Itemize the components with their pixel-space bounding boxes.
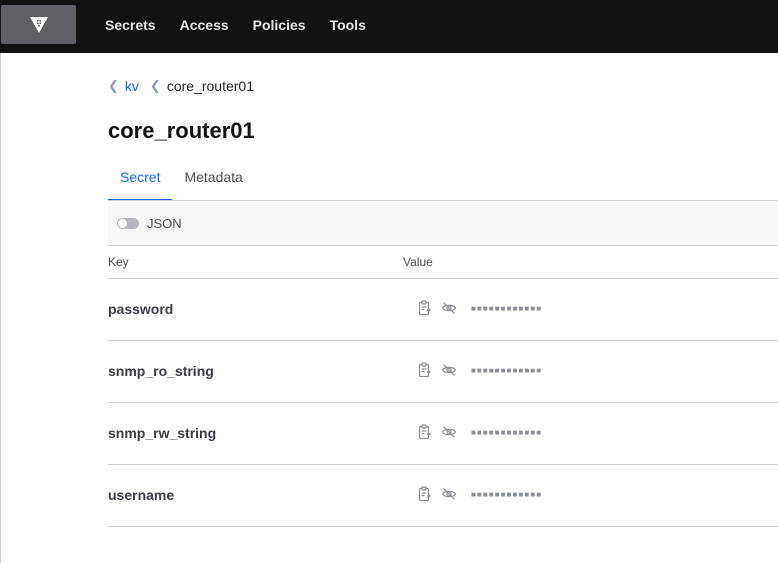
nav-secrets[interactable]: Secrets bbox=[105, 17, 156, 33]
copy-clipboard-icon[interactable] bbox=[417, 362, 433, 378]
copy-clipboard-icon[interactable] bbox=[417, 424, 433, 440]
secret-key: password bbox=[108, 301, 174, 317]
secret-toolbar: JSON bbox=[108, 201, 778, 246]
breadcrumb: ❮ kv ❮ core_router01 bbox=[108, 78, 254, 94]
json-toggle-label: JSON bbox=[147, 215, 182, 231]
chevron-left-icon: ❮ bbox=[108, 78, 119, 93]
chevron-left-icon: ❮ bbox=[149, 78, 161, 93]
copy-clipboard-icon[interactable] bbox=[417, 486, 433, 502]
table-row: password ■■■■■■■■■■■■ bbox=[108, 279, 778, 341]
secret-key: snmp_rw_string bbox=[108, 425, 217, 441]
secret-key: username bbox=[108, 487, 175, 503]
column-header-value: Value bbox=[403, 255, 433, 269]
eye-off-icon[interactable] bbox=[441, 486, 457, 502]
secret-key: snmp_ro_string bbox=[108, 363, 214, 379]
top-navigation-bar: Secrets Access Policies Tools bbox=[0, 0, 778, 53]
json-toggle[interactable] bbox=[117, 217, 139, 229]
copy-clipboard-icon[interactable] bbox=[417, 300, 433, 316]
eye-off-icon[interactable] bbox=[441, 424, 457, 440]
page-title: core_router01 bbox=[108, 118, 255, 143]
masked-value: ■■■■■■■■■■■■ bbox=[471, 365, 543, 375]
masked-value: ■■■■■■■■■■■■ bbox=[471, 427, 543, 437]
table-header: Key Value bbox=[108, 246, 778, 279]
secret-table: password ■■■■■■■■■■■■ snmp_ro_string ■■■… bbox=[108, 279, 778, 527]
table-row: snmp_rw_string ■■■■■■■■■■■■ bbox=[108, 403, 778, 465]
vault-logo-icon bbox=[29, 16, 48, 33]
breadcrumb-current: core_router01 bbox=[166, 78, 254, 94]
breadcrumb-kv-link[interactable]: kv bbox=[125, 78, 139, 94]
nav-tools[interactable]: Tools bbox=[330, 17, 366, 33]
tab-metadata[interactable]: Metadata bbox=[172, 160, 254, 201]
vault-logo-button[interactable] bbox=[1, 5, 76, 44]
tab-secret[interactable]: Secret bbox=[108, 160, 173, 201]
nav-policies[interactable]: Policies bbox=[253, 17, 306, 33]
table-row: snmp_ro_string ■■■■■■■■■■■■ bbox=[108, 341, 778, 403]
masked-value: ■■■■■■■■■■■■ bbox=[471, 489, 543, 499]
column-header-key: Key bbox=[108, 255, 129, 269]
eye-off-icon[interactable] bbox=[441, 300, 457, 316]
nav-access[interactable]: Access bbox=[180, 17, 229, 33]
left-divider bbox=[0, 53, 1, 563]
secret-tabs: Secret Metadata bbox=[108, 160, 255, 201]
eye-off-icon[interactable] bbox=[441, 362, 457, 378]
masked-value: ■■■■■■■■■■■■ bbox=[471, 303, 543, 313]
main-nav: Secrets Access Policies Tools bbox=[105, 0, 390, 50]
table-row: username ■■■■■■■■■■■■ bbox=[108, 465, 778, 527]
